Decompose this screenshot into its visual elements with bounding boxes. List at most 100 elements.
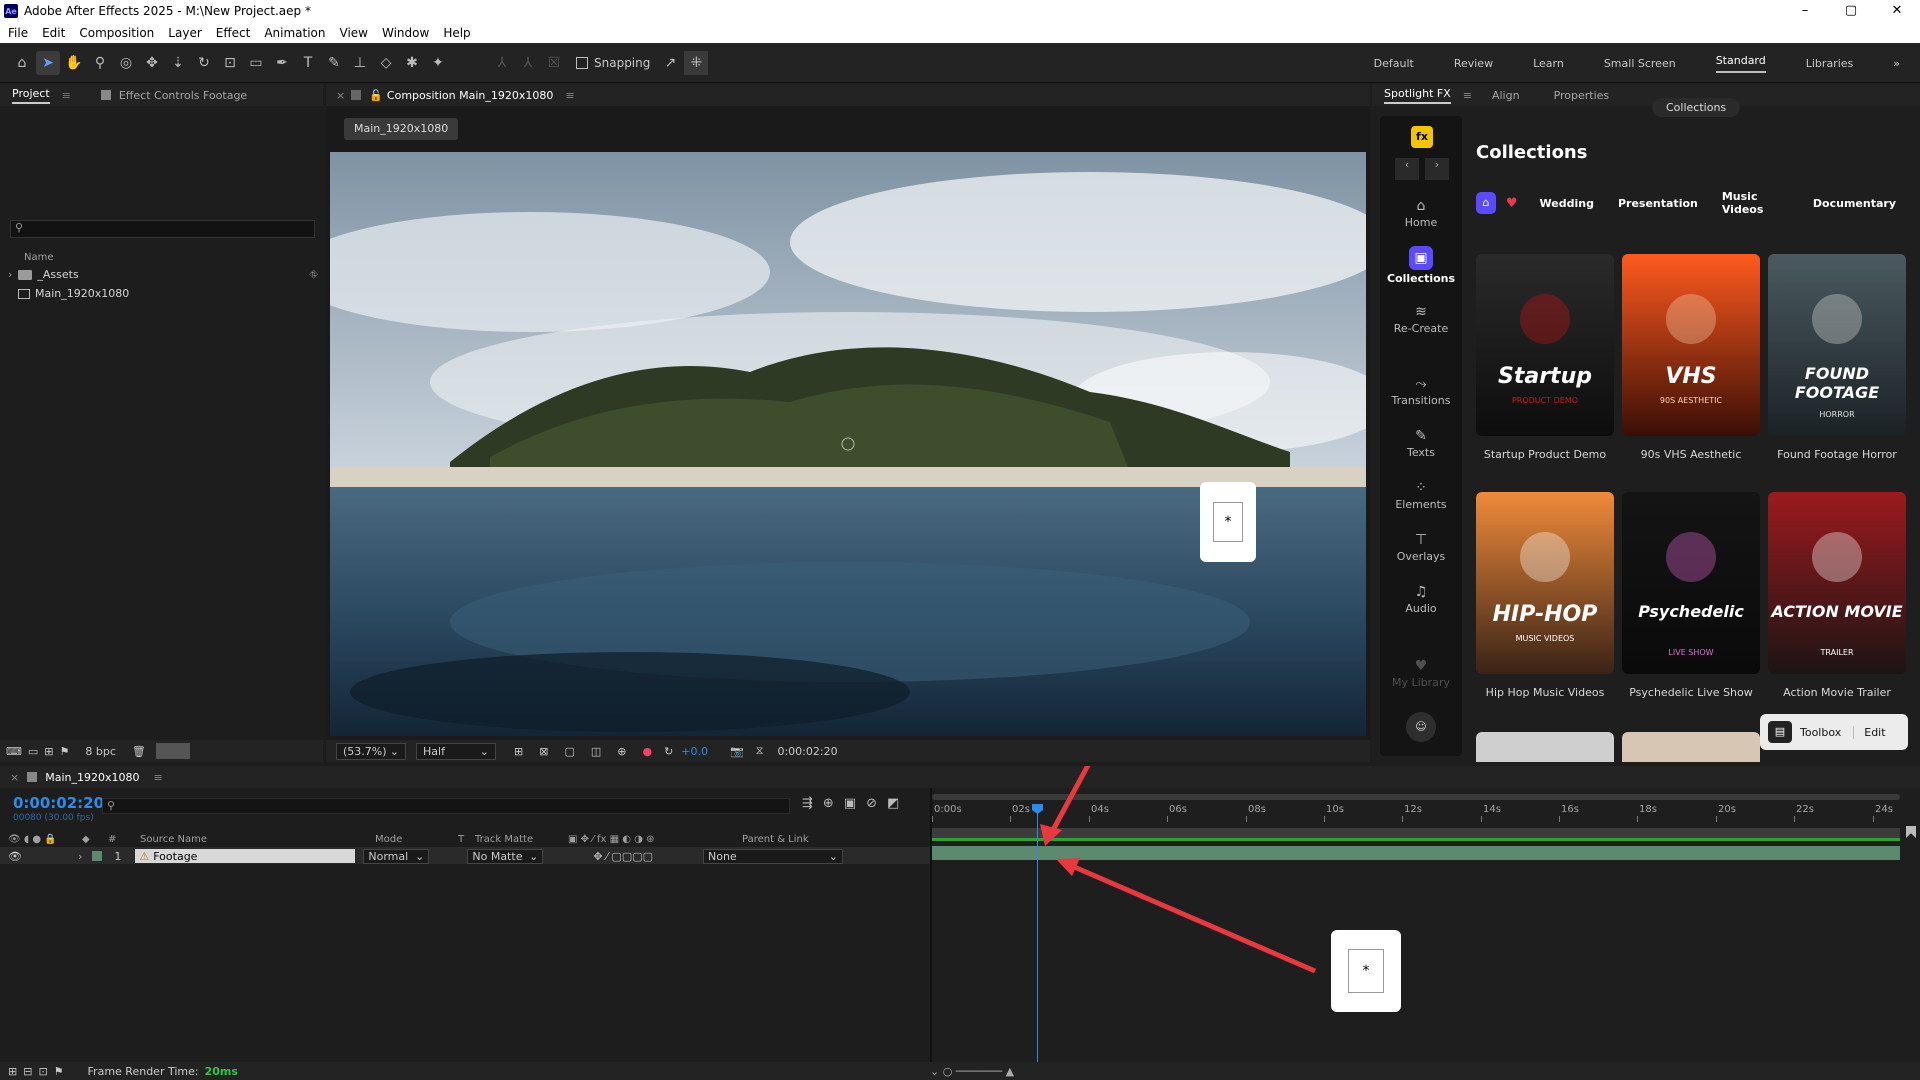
exposure-value[interactable]: +0.0 — [681, 745, 708, 758]
sidebar-item-elements[interactable]: ⁘ Elements — [1380, 480, 1462, 511]
category-documentary[interactable]: Documentary — [1813, 197, 1896, 210]
orbit-camera-icon[interactable]: ◎ — [114, 51, 138, 75]
dolly-camera-icon[interactable]: ⇣ — [166, 51, 190, 75]
layer-row[interactable]: 👁 › 1 ⚠ Footage Normal ⌄ No Matte ⌄ ✥ ⁄ ▢▢▢… — [0, 848, 930, 864]
panel-menu-icon[interactable]: ≡ — [62, 89, 71, 102]
collection-card[interactable]: ACTION MOVIE TRAILER — [1768, 492, 1906, 674]
category-presentation[interactable]: Presentation — [1618, 197, 1698, 210]
workspace-overflow-icon[interactable]: » — [1893, 57, 1900, 70]
snap-option-icon[interactable]: ↗ — [658, 51, 682, 75]
composition-chip[interactable]: Main_1920x1080 — [344, 118, 459, 140]
close-tab-icon[interactable]: × — [10, 771, 19, 784]
close-button[interactable]: ✕ — [1874, 0, 1920, 22]
category-music-videos[interactable]: Music Videos — [1722, 190, 1789, 216]
pan-behind-icon[interactable]: ⊡ — [218, 51, 242, 75]
toggle-render-time-icon[interactable]: ⚑ — [54, 1065, 64, 1078]
timeline-tab[interactable]: Main_1920x1080 — [45, 771, 139, 784]
shy-icon[interactable]: ▣ — [844, 796, 856, 811]
panel-menu-icon[interactable]: ≡ — [565, 89, 574, 102]
column-header-parent-link[interactable]: Parent & Link — [742, 834, 809, 845]
resolution-dropdown[interactable]: Half ⌄ — [416, 742, 496, 760]
zoom-slider[interactable]: ⌄ ○ ─────── ▲ — [930, 1065, 1014, 1078]
brush-tool-icon[interactable]: ✎ — [322, 51, 346, 75]
bit-depth-button[interactable]: 8 bpc — [85, 745, 116, 758]
flowchart-icon[interactable]: ⛗ — [309, 268, 318, 282]
minimize-button[interactable]: – — [1782, 0, 1828, 22]
zoom-tool-icon[interactable]: ⚲ — [88, 51, 112, 75]
tab-align[interactable]: Align — [1492, 89, 1520, 102]
workspace-learn[interactable]: Learn — [1533, 57, 1564, 70]
workspace-small-screen[interactable]: Small Screen — [1604, 57, 1676, 70]
current-time-display[interactable]: 0:00:02:20 — [777, 745, 837, 758]
collection-card[interactable]: FOUND FOOTAGE HORROR — [1768, 254, 1906, 436]
edit-button[interactable]: Edit — [1853, 725, 1886, 739]
home-icon[interactable]: ⌂ — [10, 51, 34, 75]
project-item-folder[interactable]: › _Assets ⛗ — [8, 268, 318, 282]
axis-world-icon[interactable]: ⅄ — [516, 51, 540, 75]
hand-tool-icon[interactable]: ✋ — [62, 51, 86, 75]
panel-menu-icon[interactable]: ≡ — [153, 771, 162, 784]
toggle-switches-icon[interactable]: ⊞ — [8, 1065, 17, 1078]
new-composition-icon[interactable]: ⊞ — [44, 745, 53, 758]
collection-card[interactable]: HIP-HOP MUSIC VIDEOS — [1476, 492, 1614, 674]
tab-spotlight-fx[interactable]: Spotlight FX — [1384, 87, 1451, 104]
mask-visibility-icon[interactable]: ▢ — [564, 745, 574, 758]
sidebar-item-re-create[interactable]: ≋ Re-Create — [1380, 304, 1462, 335]
close-tab-icon[interactable]: × — [336, 89, 345, 102]
column-header-name[interactable]: Name — [24, 252, 54, 263]
draft-3d-icon[interactable]: ⊕ — [823, 796, 834, 811]
layer-switches[interactable]: ✥ ⁄ ▢▢▢▢ — [593, 850, 653, 863]
type-tool-icon[interactable]: T — [296, 51, 320, 75]
collection-card[interactable]: Psychedelic LIVE SHOW — [1622, 492, 1760, 674]
eraser-tool-icon[interactable]: ◇ — [374, 51, 398, 75]
roto-brush-icon[interactable]: ✱ — [400, 51, 424, 75]
snapshot-icon[interactable]: 📷 — [730, 745, 744, 758]
menu-help[interactable]: Help — [443, 26, 470, 40]
composition-tab-title[interactable]: Composition Main_1920x1080 — [387, 89, 553, 102]
column-header-mode[interactable]: Mode — [375, 834, 402, 845]
column-header-track-matte[interactable]: Track Matte — [475, 834, 533, 845]
comp-flowchart-icon[interactable]: ⇶ — [802, 796, 813, 811]
render-queue-icon[interactable]: ⚑ — [60, 745, 70, 758]
workspace-default[interactable]: Default — [1374, 57, 1414, 70]
menu-window[interactable]: Window — [382, 26, 429, 40]
pan-camera-icon[interactable]: ✥ — [140, 51, 164, 75]
toggle-modes-icon[interactable]: ⊟ — [23, 1065, 32, 1078]
snapping-toggle[interactable]: Snapping — [576, 56, 650, 70]
pen-tool-icon[interactable]: ✒ — [270, 51, 294, 75]
grid-guides-icon[interactable]: ⊕ — [617, 745, 626, 758]
category-wedding[interactable]: Wedding — [1540, 197, 1594, 210]
menu-animation[interactable]: Animation — [264, 26, 325, 40]
project-item-composition[interactable]: Main_1920x1080 — [18, 287, 129, 300]
favorites-heart-icon[interactable]: ♥ — [1506, 196, 1518, 211]
maximize-button[interactable]: ▢ — [1828, 0, 1874, 22]
interpret-footage-icon[interactable]: ⌨ — [6, 745, 22, 758]
show-snapshot-icon[interactable]: ⧖ — [756, 744, 764, 758]
tab-project[interactable]: Project — [12, 87, 50, 104]
blend-mode-dropdown[interactable]: Normal ⌄ — [363, 848, 430, 864]
sidebar-item-home[interactable]: ⌂ Home — [1380, 198, 1462, 229]
rectangle-tool-icon[interactable]: ▭ — [244, 51, 268, 75]
workspace-standard[interactable]: Standard — [1715, 54, 1766, 73]
menu-effect[interactable]: Effect — [216, 26, 251, 40]
project-search-input[interactable]: ⚲ — [10, 220, 315, 238]
axis-view-icon[interactable]: ☒ — [542, 51, 566, 75]
color-swatch[interactable] — [155, 743, 190, 759]
fast-preview-icon[interactable]: ⊞ — [514, 745, 523, 758]
panel-menu-icon[interactable]: ≡ — [1463, 89, 1472, 102]
clone-stamp-icon[interactable]: ⊥ — [348, 51, 372, 75]
end-marker[interactable] — [1906, 826, 1916, 838]
column-header-source-name[interactable]: Source Name — [140, 834, 207, 845]
menu-layer[interactable]: Layer — [168, 26, 201, 40]
tab-effect-controls[interactable]: Effect Controls Footage — [119, 89, 247, 102]
menu-composition[interactable]: Composition — [79, 26, 154, 40]
toolbox-button[interactable]: Toolbox — [1800, 726, 1841, 739]
workspace-review[interactable]: Review — [1454, 57, 1493, 70]
sidebar-item-texts[interactable]: ✎ Texts — [1380, 428, 1462, 459]
layer-duration-bar[interactable] — [932, 846, 1900, 860]
new-folder-icon[interactable]: ▭ — [28, 745, 38, 758]
reset-exposure-icon[interactable]: ↻ — [664, 745, 673, 758]
column-header-t[interactable]: T — [458, 834, 464, 845]
delete-icon[interactable]: 🗑 — [132, 745, 146, 758]
chat-icon[interactable]: ▤ — [1768, 721, 1792, 743]
